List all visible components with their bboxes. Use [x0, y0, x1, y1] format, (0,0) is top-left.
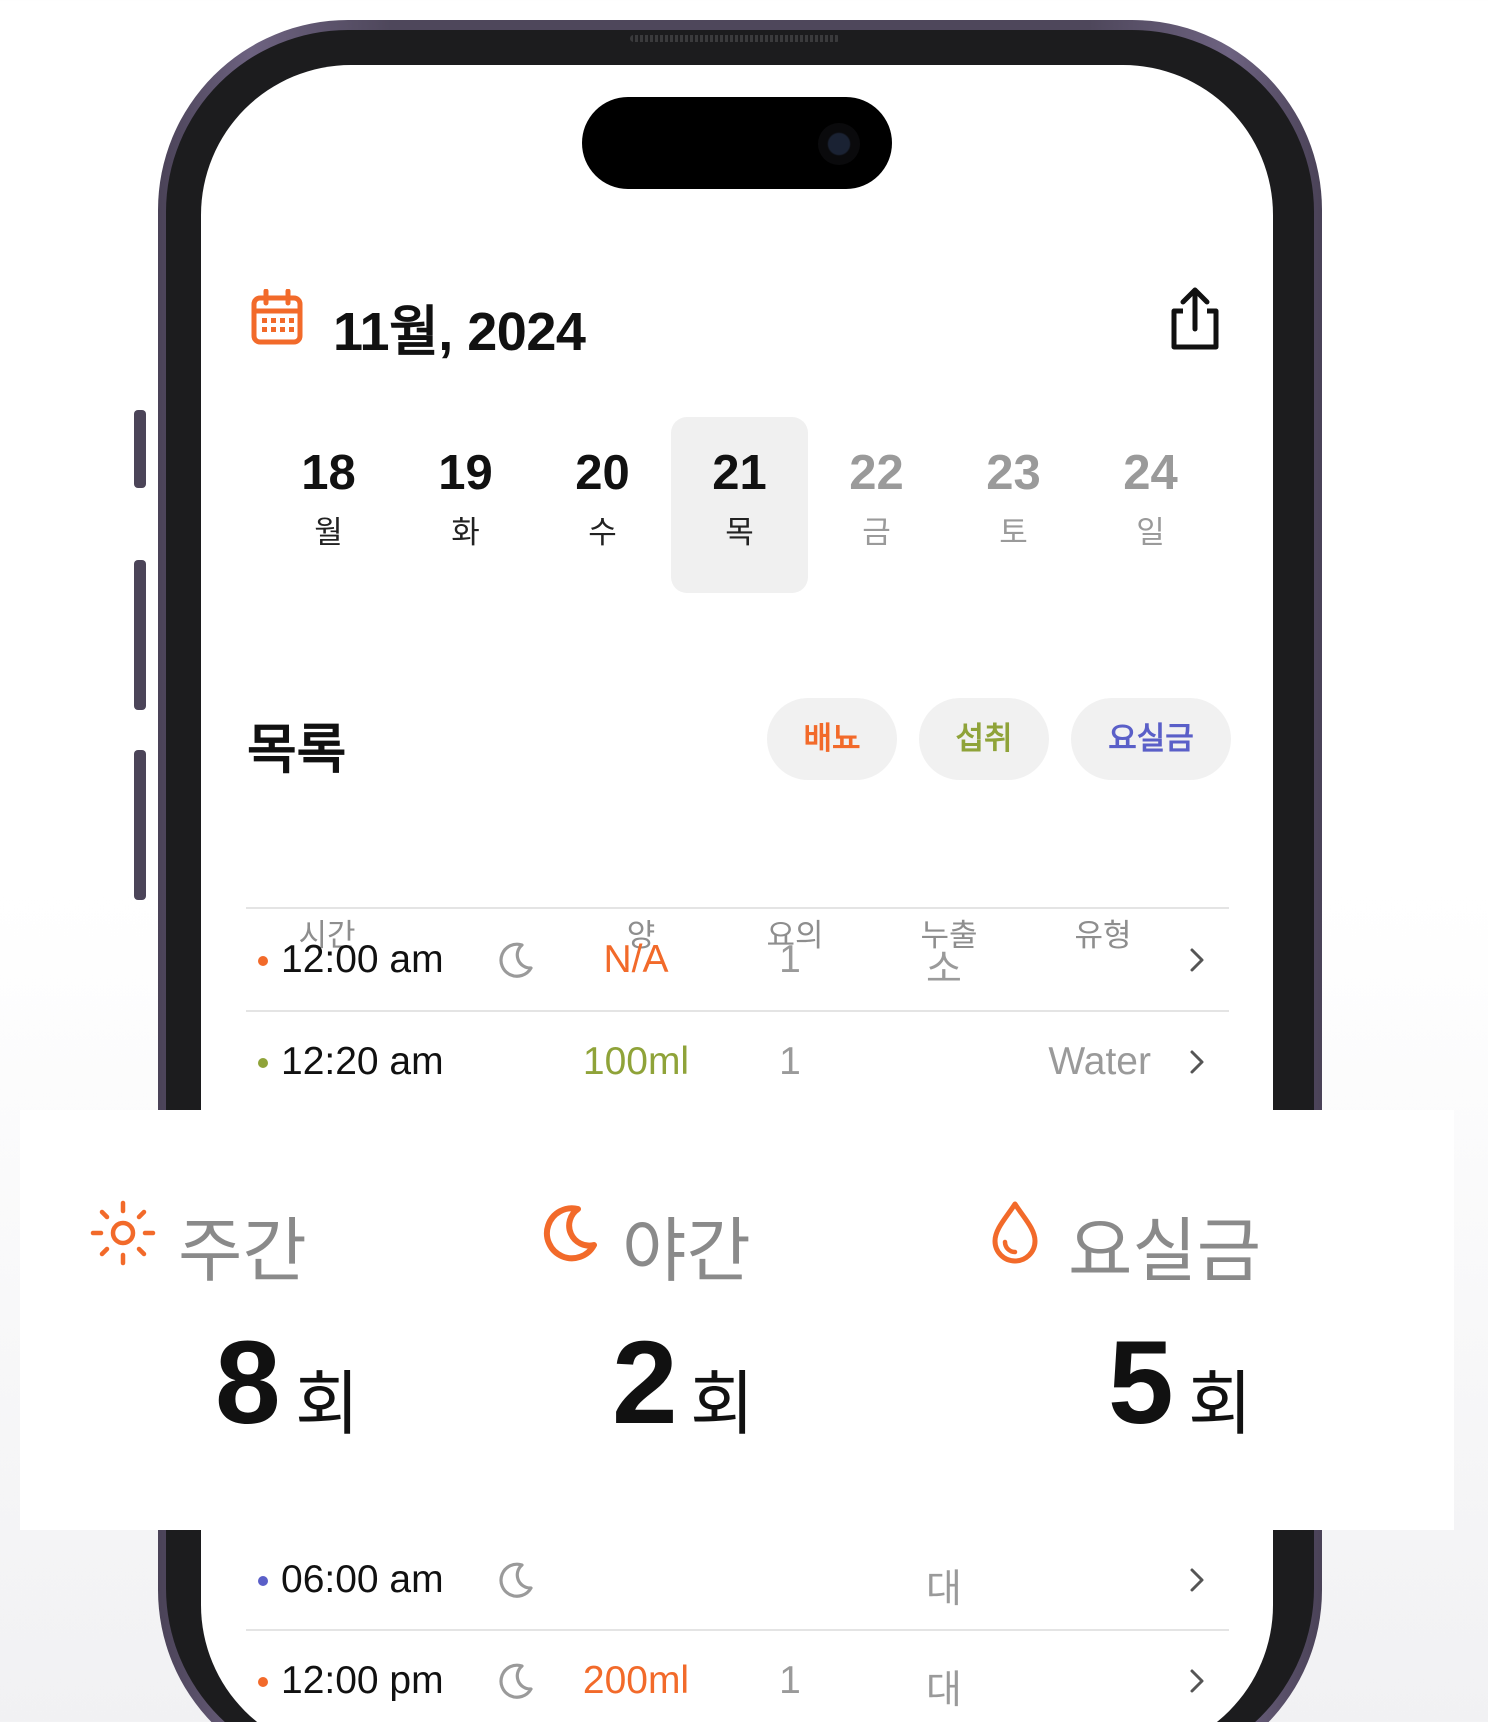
row-amount: 100ml: [582, 1040, 690, 1083]
summary-incontinence-unit: 회: [1188, 1365, 1253, 1443]
day-weekday: 수: [588, 515, 617, 550]
chevron-right-icon[interactable]: [1187, 944, 1207, 976]
day-21-selected[interactable]: 21 목: [671, 417, 808, 593]
urination-dot: [258, 1677, 268, 1687]
table-row[interactable]: 12:00 am N/A 1 소: [246, 910, 1229, 1010]
drop-icon: [992, 1201, 1038, 1264]
day-22[interactable]: 22 금: [808, 417, 945, 593]
summary-day-unit: 회: [295, 1365, 360, 1443]
day-weekday: 화: [451, 515, 480, 550]
row-urge: 1: [779, 1040, 801, 1083]
table-row[interactable]: 12:20 am 100ml 1 Water: [246, 1012, 1229, 1112]
volume-down-button: [134, 750, 146, 900]
dynamic-island: [582, 97, 892, 189]
intake-dot: [258, 1058, 268, 1068]
day-weekday: 금: [862, 515, 891, 550]
summary-incontinence-count: 5: [1108, 1317, 1174, 1449]
day-number: 22: [849, 446, 904, 500]
day-18[interactable]: 18 월: [260, 417, 397, 593]
filter-chip-intake[interactable]: 섭취: [919, 698, 1049, 780]
calendar-icon[interactable]: [251, 289, 303, 345]
day-number: 23: [986, 446, 1041, 500]
earpiece-speaker: [630, 35, 840, 42]
row-time: 12:20 am: [281, 1040, 444, 1083]
day-number: 21: [712, 446, 767, 500]
incontinence-dot: [258, 1576, 268, 1586]
volume-up-button: [134, 560, 146, 710]
day-20[interactable]: 20 수: [534, 417, 671, 593]
row-urge: 1: [779, 938, 801, 981]
row-amount: N/A: [603, 938, 669, 981]
sun-icon: [90, 1200, 156, 1266]
week-day-strip: 18 월 19 화 20 수 21 목 22 금 23 토 24 일: [260, 417, 1220, 593]
summary-incontinence-label: 요실금: [1068, 1212, 1262, 1290]
moon-icon: [499, 1663, 533, 1699]
moon-icon: [543, 1205, 597, 1262]
table-row[interactable]: 06:00 am 대: [246, 1530, 1229, 1630]
list-title: 목록: [247, 720, 347, 780]
row-type: Water: [1048, 1040, 1151, 1083]
summary-card: 주간 8 회 야간 2 회 요실금 5 회: [20, 1110, 1454, 1530]
row-leak: 소: [926, 948, 962, 991]
row-amount: 200ml: [582, 1659, 690, 1702]
urination-dot: [258, 956, 268, 966]
filter-chip-incontinence[interactable]: 요실금: [1071, 698, 1231, 780]
day-23[interactable]: 23 토: [945, 417, 1082, 593]
day-number: 20: [575, 446, 630, 500]
row-leak: 대: [926, 1568, 962, 1611]
summary-day-count: 8: [215, 1317, 281, 1449]
summary-night-count: 2: [612, 1317, 678, 1449]
moon-icon: [499, 1562, 533, 1598]
summary-day-label: 주간: [178, 1212, 307, 1290]
day-weekday: 토: [999, 515, 1028, 550]
row-urge: 1: [779, 1659, 801, 1702]
action-button: [134, 410, 146, 488]
summary-night-unit: 회: [690, 1365, 755, 1443]
filter-chip-urination[interactable]: 배뇨: [767, 698, 897, 780]
row-time: 12:00 am: [281, 938, 444, 981]
day-number: 18: [301, 446, 356, 500]
day-weekday: 일: [1136, 515, 1165, 550]
summary-night-label: 야간: [622, 1212, 751, 1290]
day-weekday: 목: [725, 515, 754, 550]
day-weekday: 월: [314, 515, 343, 550]
row-time: 12:00 pm: [281, 1659, 444, 1702]
front-camera: [818, 123, 860, 165]
day-number: 19: [438, 446, 493, 500]
chevron-right-icon[interactable]: [1187, 1665, 1207, 1697]
row-leak: 대: [926, 1669, 962, 1712]
share-icon[interactable]: [1168, 287, 1222, 353]
chevron-right-icon[interactable]: [1187, 1046, 1207, 1078]
day-24[interactable]: 24 일: [1082, 417, 1219, 593]
row-divider: [246, 907, 1229, 909]
chevron-right-icon[interactable]: [1187, 1564, 1207, 1596]
row-time: 06:00 am: [281, 1558, 444, 1601]
moon-icon: [499, 942, 533, 978]
month-title[interactable]: 11월, 2024: [333, 287, 586, 366]
day-19[interactable]: 19 화: [397, 417, 534, 593]
table-row[interactable]: 12:00 pm 200ml 1 대: [246, 1631, 1229, 1722]
day-number: 24: [1123, 446, 1178, 500]
